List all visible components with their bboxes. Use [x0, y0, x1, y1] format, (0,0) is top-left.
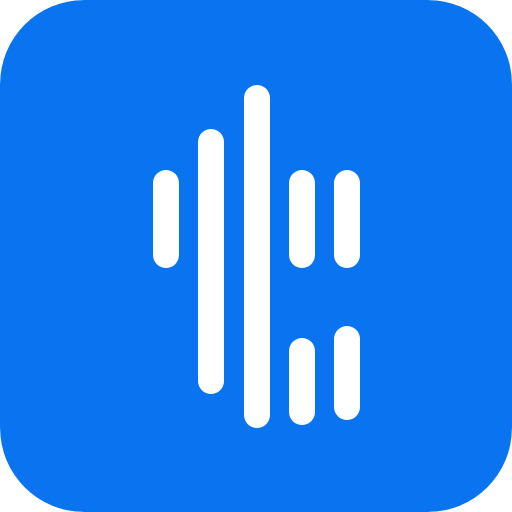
waveform-bar-5 — [334, 170, 360, 268]
waveform-bar-4 — [289, 170, 315, 268]
waveform-bar-7 — [334, 326, 360, 420]
waveform-bar-3 — [244, 85, 270, 428]
app-icon[interactable] — [0, 0, 512, 512]
audio-waveform-icon — [0, 0, 512, 512]
waveform-bar-2 — [198, 129, 224, 394]
waveform-bar-6 — [289, 338, 315, 425]
waveform-bar-1 — [153, 170, 179, 268]
